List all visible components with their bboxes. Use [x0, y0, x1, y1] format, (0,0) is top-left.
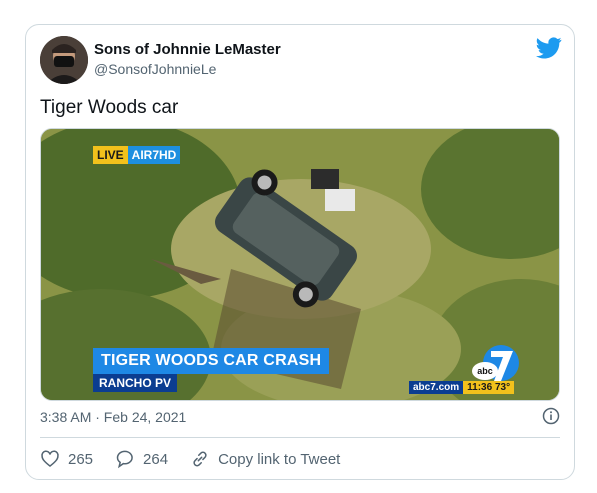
info-icon[interactable]	[542, 407, 560, 425]
author-handle[interactable]: @SonsofJohnnieLe	[94, 61, 216, 77]
reply-button[interactable]: 264	[115, 449, 168, 469]
tweet-text: Tiger Woods car	[40, 97, 179, 118]
svg-text:abc: abc	[477, 366, 493, 376]
like-button[interactable]: 265	[40, 449, 93, 469]
live-label: LIVE	[93, 146, 128, 164]
news-headline: TIGER WOODS CAR CRASH	[93, 348, 330, 374]
ticker-clock: 11:36 73°	[463, 381, 515, 394]
tweet-card[interactable]: Sons of Johnnie LeMaster @SonsofJohnnieL…	[25, 24, 575, 480]
tweet-timestamp[interactable]: 3:38 AM · Feb 24, 2021	[40, 409, 186, 425]
link-icon	[193, 451, 207, 467]
tweet-media-image[interactable]: LIVE AIR7HD TIGER WOODS CAR CRASH RANCHO…	[40, 128, 560, 401]
news-lower-third: TIGER WOODS CAR CRASH RANCHO PV	[93, 348, 330, 392]
avatar[interactable]	[40, 36, 88, 84]
twitter-bird-icon[interactable]	[536, 37, 562, 59]
news-location: RANCHO PV	[93, 374, 178, 392]
tweet-actions: 265 264 Copy link to Tweet	[40, 449, 362, 469]
copy-link-label: Copy link to Tweet	[218, 450, 341, 468]
heart-icon	[41, 450, 59, 468]
author-name[interactable]: Sons of Johnnie LeMaster	[94, 41, 281, 58]
live-badge: LIVE AIR7HD	[93, 146, 181, 164]
reply-icon	[116, 450, 133, 469]
divider	[40, 437, 560, 438]
reply-count: 264	[143, 450, 169, 468]
like-count: 265	[68, 450, 94, 468]
channel-label: AIR7HD	[127, 146, 181, 164]
ticker-site: abc7.com	[409, 381, 464, 394]
copy-link-button[interactable]: Copy link to Tweet	[190, 449, 340, 469]
news-ticker: abc7.com 11:36 73°	[409, 381, 515, 394]
